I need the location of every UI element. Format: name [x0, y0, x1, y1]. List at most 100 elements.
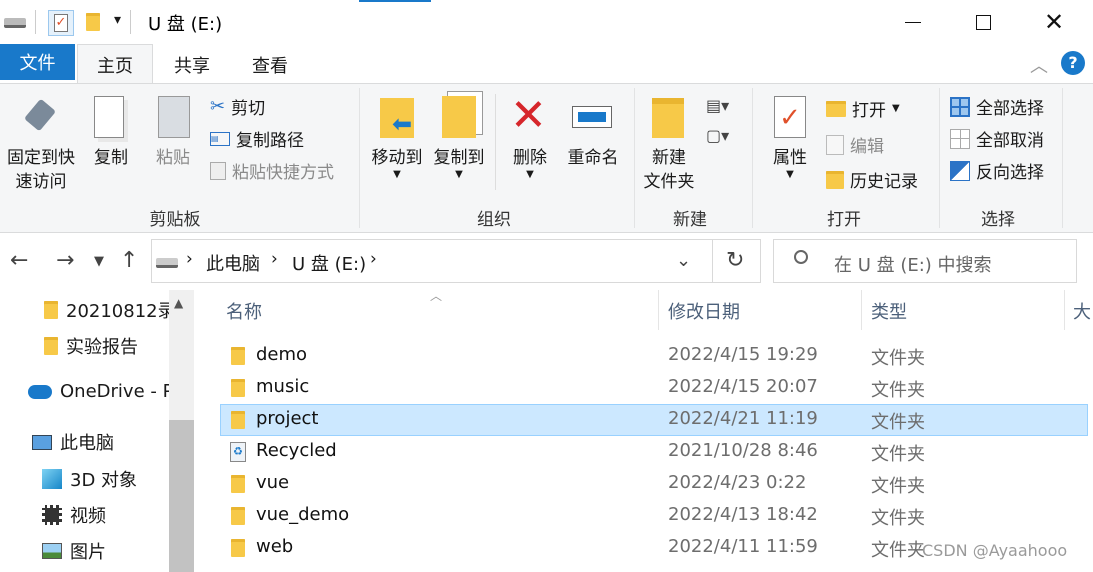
minimize-button[interactable] — [890, 0, 936, 44]
watermark: CSDN @Ayaahooo — [922, 541, 1068, 560]
recycle-bin-icon: ♻ — [230, 442, 246, 462]
column-header-size[interactable]: 大 — [1073, 298, 1091, 324]
table-row[interactable]: demo 2022/4/15 19:29 文件夹 — [220, 340, 1088, 372]
nav-scrollbar-thumb[interactable] — [169, 420, 194, 572]
search-input[interactable]: 在 U 盘 (E:) 中搜索 — [834, 251, 992, 277]
file-date: 2022/4/23 0:22 — [668, 472, 807, 493]
pin-quick-access-button[interactable]: 固定到快 速访问 — [4, 146, 78, 194]
file-date: 2022/4/11 11:59 — [668, 536, 818, 557]
column-header-type[interactable]: 类型 — [871, 298, 907, 324]
file-type: 文件夹 — [871, 476, 925, 497]
tab-home[interactable]: 主页 — [77, 44, 153, 84]
paste-button[interactable]: 粘贴 — [150, 146, 196, 170]
chevron-right-icon: › — [186, 249, 193, 269]
divider — [35, 10, 36, 34]
history-button[interactable]: 历史记录 — [826, 167, 918, 192]
tab-file[interactable]: 文件 — [0, 44, 75, 80]
file-name: web — [256, 536, 294, 557]
chevron-down-icon: ▼ — [455, 169, 463, 180]
rename-icon — [572, 106, 612, 128]
column-header-name[interactable]: 名称 — [226, 298, 262, 324]
nav-item-pictures[interactable]: 图片 — [42, 538, 106, 564]
move-to-button[interactable]: 移动到 ▼ — [366, 146, 428, 180]
table-row[interactable]: vue_demo 2022/4/13 18:42 文件夹 — [220, 500, 1088, 532]
search-box[interactable]: 在 U 盘 (E:) 中搜索 — [773, 239, 1077, 283]
divider[interactable] — [1064, 290, 1065, 330]
tab-share[interactable]: 共享 — [160, 48, 224, 82]
scroll-up-icon[interactable]: ▲ — [174, 296, 183, 310]
divider[interactable] — [861, 290, 862, 330]
help-icon[interactable]: ? — [1061, 51, 1085, 75]
copy-path-button[interactable]: ▤ 复制路径 — [210, 126, 304, 151]
delete-button[interactable]: 删除 ▼ — [506, 146, 554, 180]
cut-button[interactable]: ✂ 剪切 — [210, 94, 265, 119]
file-name: music — [256, 376, 310, 397]
copy-button[interactable]: 复制 — [88, 146, 134, 170]
new-folder-label-1: 新建 — [652, 148, 686, 168]
customize-quick-access-icon[interactable]: ▾ — [114, 12, 121, 28]
window-title: U 盘 (E:) — [148, 14, 223, 35]
nav-item-onedrive[interactable]: OneDrive - P — [28, 381, 172, 402]
up-button[interactable]: ↑ — [120, 248, 138, 273]
edit-button[interactable]: 编辑 — [826, 132, 884, 157]
table-row[interactable]: ♻ Recycled 2021/10/28 8:46 文件夹 — [220, 436, 1088, 468]
maximize-button[interactable] — [960, 0, 1006, 44]
column-header-date[interactable]: 修改日期 — [668, 298, 740, 324]
maximize-icon — [975, 14, 991, 30]
forward-button[interactable]: → — [56, 248, 74, 273]
properties-button[interactable]: 属性 ▼ — [764, 146, 816, 180]
new-item-button[interactable]: ▤▾ — [706, 96, 729, 115]
open-label: 打开 — [852, 101, 886, 121]
back-button[interactable]: ← — [10, 248, 28, 273]
file-name: vue — [256, 472, 290, 493]
new-folder-icon — [652, 98, 684, 138]
table-row[interactable]: project 2022/4/21 11:19 文件夹 — [220, 404, 1088, 436]
rename-button[interactable]: 重命名 — [562, 146, 624, 170]
easy-access-button[interactable]: ▢▾ — [706, 126, 729, 145]
copy-path-icon: ▤ — [210, 131, 230, 146]
collapse-ribbon-icon[interactable]: ︿ — [1030, 52, 1048, 78]
new-folder-button[interactable]: 新建 文件夹 — [640, 146, 698, 194]
recent-locations-button[interactable]: ▼ — [94, 254, 104, 269]
copy-to-button[interactable]: 复制到 ▼ — [428, 146, 490, 180]
select-all-label: 全部选择 — [976, 99, 1044, 119]
select-none-icon — [950, 128, 970, 149]
select-all-button[interactable]: 全部选择 — [950, 94, 1044, 119]
select-none-label: 全部取消 — [976, 131, 1044, 151]
divider — [939, 88, 940, 228]
address-dropdown-icon[interactable]: ⌄ — [676, 250, 691, 271]
drive-icon — [4, 18, 26, 28]
chevron-down-icon: ▼ — [526, 169, 534, 180]
nav-item-label: 图片 — [70, 542, 106, 563]
nav-item-label: OneDrive - P — [60, 381, 172, 402]
title-bar: ✓ ▾ U 盘 (E:) ✕ — [0, 0, 1093, 44]
refresh-icon[interactable]: ↻ — [726, 248, 744, 273]
file-date: 2022/4/15 19:29 — [668, 344, 818, 365]
breadcrumb-usb-drive[interactable]: U 盘 (E:) — [292, 250, 366, 276]
invert-selection-button[interactable]: 反向选择 — [950, 158, 1044, 183]
open-folder-icon — [826, 100, 846, 117]
file-name: demo — [256, 344, 308, 365]
paste-shortcut-label: 粘贴快捷方式 — [232, 163, 334, 183]
file-type: 文件夹 — [871, 540, 925, 561]
paste-shortcut-button[interactable]: 粘贴快捷方式 — [210, 158, 334, 183]
chevron-right-icon: › — [370, 249, 377, 269]
folder-icon — [231, 475, 245, 493]
nav-item-folder[interactable]: 20210812录 — [44, 297, 184, 323]
open-button[interactable]: 打开 ▼ — [826, 96, 900, 121]
file-type: 文件夹 — [871, 348, 925, 369]
nav-item-3d-objects[interactable]: 3D 对象 — [42, 466, 137, 492]
close-button[interactable]: ✕ — [1031, 0, 1077, 44]
table-row[interactable]: music 2022/4/15 20:07 文件夹 — [220, 372, 1088, 404]
tab-view[interactable]: 查看 — [238, 48, 302, 82]
nav-item-folder[interactable]: 实验报告 — [44, 333, 138, 359]
table-row[interactable]: vue 2022/4/23 0:22 文件夹 — [220, 468, 1088, 500]
checkmark-icon: ✓ — [54, 14, 68, 32]
address-bar[interactable]: › 此电脑 › U 盘 (E:) › ⌄ ↻ — [151, 239, 761, 283]
select-none-button[interactable]: 全部取消 — [950, 126, 1044, 151]
new-folder-quick-icon[interactable] — [86, 13, 100, 31]
breadcrumb-this-pc[interactable]: 此电脑 — [206, 250, 260, 276]
nav-item-this-pc[interactable]: 此电脑 — [32, 429, 114, 455]
nav-item-videos[interactable]: 视频 — [42, 502, 106, 528]
divider[interactable] — [658, 290, 659, 330]
